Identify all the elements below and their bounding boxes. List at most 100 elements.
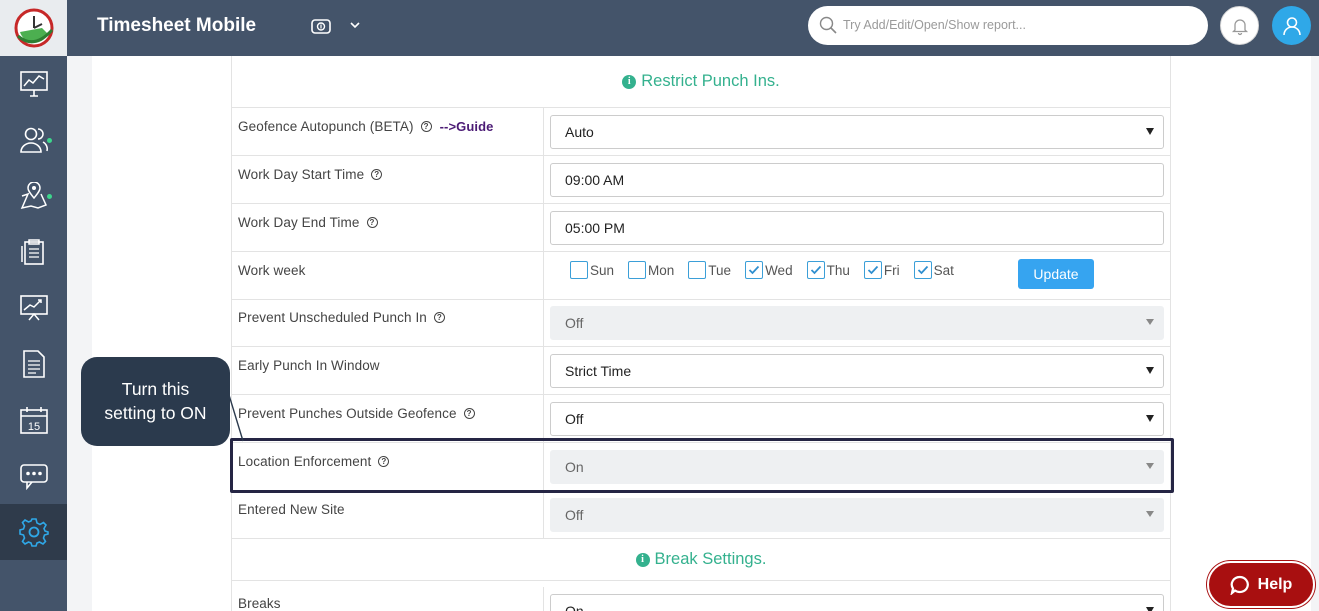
row-prevent-unscheduled-punch-in: Prevent Unscheduled Punch In ? Off [231, 299, 1171, 347]
select-caret-icon [1146, 128, 1154, 135]
sidebar-item-timesheets[interactable] [0, 224, 67, 280]
users-icon [19, 127, 48, 153]
chat-bubble-icon [1230, 575, 1249, 595]
entered-new-site-label: Entered New Site [238, 502, 345, 517]
row-entered-new-site: Entered New Site Off [231, 491, 1171, 539]
day-sat[interactable]: Sat [913, 261, 954, 279]
day-fri[interactable]: Fri [863, 261, 900, 279]
breaks-label: Breaks [238, 596, 281, 611]
row-work-week: Work week Sun Mon Tue Wed Thu Fri Sat Up… [231, 252, 1171, 300]
help-question-icon[interactable]: ? [463, 408, 475, 419]
prevent-unscheduled-select[interactable]: Off [550, 306, 1164, 340]
geofence-autopunch-label: Geofence Autopunch (BETA) [238, 119, 414, 134]
checkbox-mon[interactable] [628, 261, 647, 279]
checkmark-icon [867, 265, 879, 275]
work-day-start-label: Work Day Start Time [238, 167, 365, 182]
day-sun[interactable]: Sun [570, 261, 614, 279]
sidebar-item-users[interactable] [0, 112, 67, 168]
geofence-autopunch-select[interactable]: Auto [550, 115, 1164, 149]
help-question-icon[interactable]: ? [420, 121, 432, 132]
svg-text:15: 15 [27, 421, 39, 433]
app-title: Timesheet Mobile [97, 15, 257, 36]
checkbox-tue[interactable] [688, 261, 707, 279]
day-thu[interactable]: Thu [806, 261, 850, 279]
checkbox-sun[interactable] [570, 261, 588, 279]
checkbox-wed[interactable] [745, 261, 764, 279]
notifications-button[interactable] [1220, 6, 1259, 45]
sidebar-item-reports[interactable] [0, 280, 67, 336]
entered-new-site-select[interactable]: Off [550, 498, 1164, 532]
section-title: Break Settings. [654, 550, 767, 568]
row-work-day-end-time: Work Day End Time ? 05:00 PM [231, 204, 1171, 252]
app-logo[interactable] [0, 0, 67, 56]
user-profile-button[interactable] [1272, 6, 1311, 45]
section-restrict-punch-ins: i Restrict Punch Ins. [231, 56, 1171, 108]
prevent-outside-select[interactable]: Off [550, 402, 1164, 436]
guide-link[interactable]: -->Guide [440, 119, 494, 134]
users-notification-dot [47, 138, 52, 143]
search-icon [819, 16, 837, 34]
early-punch-select[interactable]: Strict Time [550, 354, 1164, 388]
day-mon[interactable]: Mon [628, 261, 674, 279]
early-punch-label: Early Punch In Window [238, 358, 380, 373]
sidebar-item-messages[interactable] [0, 448, 67, 504]
help-question-icon[interactable]: ? [366, 217, 378, 228]
work-day-end-label: Work Day End Time [238, 215, 360, 230]
dashboard-monitor-icon [19, 71, 48, 97]
logo-clock-icon [14, 8, 53, 48]
work-week-label: Work week [238, 263, 306, 278]
help-question-icon[interactable]: ? [433, 312, 445, 323]
settings-gear-icon [18, 518, 49, 547]
help-button[interactable]: Help [1207, 561, 1315, 608]
work-day-start-input[interactable]: 09:00 AM [550, 163, 1164, 197]
messages-icon [19, 464, 48, 490]
work-week-days: Sun Mon Tue Wed Thu Fri Sat [570, 261, 968, 279]
checkmark-icon [810, 265, 821, 275]
prevent-unscheduled-label: Prevent Unscheduled Punch In [238, 310, 427, 325]
day-wed[interactable]: Wed [745, 261, 793, 279]
prevent-outside-label: Prevent Punches Outside Geofence [238, 406, 457, 421]
sidebar-item-dashboard[interactable] [0, 56, 67, 112]
callout-line-2: setting to ON [104, 403, 207, 423]
callout-bubble: Turn this setting to ON [81, 357, 230, 446]
search-box[interactable] [808, 6, 1208, 45]
checkbox-fri[interactable] [863, 261, 882, 279]
sidebar-item-documents[interactable] [0, 336, 67, 392]
top-bar: Timesheet Mobile [0, 0, 1319, 56]
info-icon: i [622, 74, 637, 89]
checkbox-thu[interactable] [806, 261, 825, 279]
row-early-punch-in-window: Early Punch In Window Strict Time [231, 347, 1171, 395]
sidebar-item-settings[interactable] [0, 504, 67, 560]
help-label: Help [1257, 575, 1293, 593]
checkmark-icon [748, 265, 760, 275]
account-switch-icon[interactable] [310, 16, 332, 36]
select-caret-icon [1146, 607, 1154, 611]
bell-icon [1231, 18, 1248, 35]
timesheet-clipboard-icon [20, 239, 44, 265]
checkmark-icon [917, 265, 928, 275]
user-icon [1282, 16, 1301, 35]
select-caret-icon [1146, 415, 1154, 422]
map-notification-dot [47, 194, 52, 199]
highlight-box [230, 438, 1174, 493]
work-day-end-input[interactable]: 05:00 PM [550, 211, 1164, 245]
map-location-icon [20, 182, 47, 210]
select-caret-icon [1146, 511, 1154, 517]
section-title: Restrict Punch Ins. [641, 72, 780, 90]
row-breaks: Breaks On [231, 587, 1171, 611]
checkbox-sat[interactable] [913, 261, 932, 279]
chevron-down-icon[interactable] [348, 18, 362, 32]
update-button[interactable]: Update [1018, 259, 1094, 289]
day-tue[interactable]: Tue [688, 261, 731, 279]
callout-pointer [229, 395, 244, 442]
help-question-icon[interactable]: ? [371, 169, 383, 180]
callout-line-1: Turn this [121, 379, 190, 399]
document-icon [22, 350, 45, 378]
sidebar-item-map[interactable] [0, 168, 67, 224]
info-icon: i [635, 552, 650, 567]
sidebar-item-calendar[interactable]: 15 [0, 392, 67, 448]
select-caret-icon [1146, 319, 1154, 325]
breaks-select[interactable]: On [550, 594, 1164, 611]
row-work-day-start-time: Work Day Start Time ? 09:00 AM [231, 156, 1171, 204]
search-input[interactable] [843, 15, 1193, 35]
